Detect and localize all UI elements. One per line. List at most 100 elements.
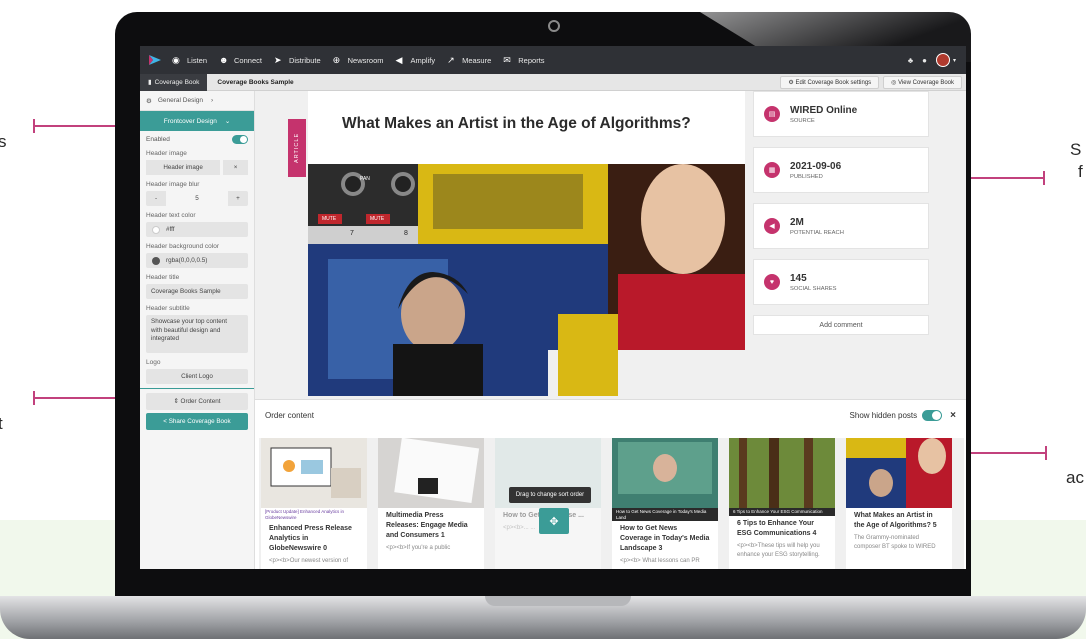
main-content: ARTICLE What Makes an Artist in the Age … [255,91,966,569]
bell-icon[interactable]: ♣ [908,56,913,65]
header-image-button[interactable]: Header image [146,160,221,175]
nav-label: Amplify [410,55,436,65]
book-icon: ▮ [148,79,152,86]
meta-published: ▦ 2021-09-06 PUBLISHED [753,147,929,193]
callout-left-bottom-text: t [0,414,3,433]
share-book-button[interactable]: < Share Coverage Book [146,413,248,430]
header-image-label: Header image [146,149,187,157]
blur-minus-button[interactable]: - [146,195,166,202]
megaphone-icon: ◀ [395,54,403,65]
title-input[interactable]: Coverage Books Sample [146,284,248,299]
meta-label: PUBLISHED [790,173,823,180]
subtitle-label: Header subtitle [146,304,190,312]
edit-settings-label: Edit Coverage Book settings [795,79,872,86]
tile-tag: How to Get News Coverage in Today's Medi… [612,508,718,521]
content-tiles: [Product Update] Enhanced Analytics in G… [259,438,964,569]
nav-listen[interactable]: ◉ Listen [172,54,208,65]
nav-newsroom[interactable]: ⊕ Newsroom [333,55,384,65]
calendar-icon: ▦ [764,162,780,178]
nav-measure[interactable]: ↗ Measure [447,55,492,65]
breadcrumb-root[interactable]: ▮ Coverage Book [140,73,208,91]
client-logo-button[interactable]: Client Logo [146,369,248,384]
nav-reports[interactable]: ✉ Reports [503,55,545,65]
article-card[interactable]: ARTICLE What Makes an Artist in the Age … [288,91,745,396]
meta-value: 2021-09-06 [790,160,842,172]
tile-thumbnail [729,438,835,508]
meta-reach: ◀ 2M POTENTIAL REACH [753,203,929,249]
meta-label: SOURCE [790,117,815,124]
drag-handle-icon[interactable]: ✥ [539,508,569,534]
meta-value: 2M [790,216,804,228]
nav-label: Reports [518,55,545,65]
show-hidden-toggle[interactable] [922,409,943,421]
meta-shares: ♥ 145 SOCIAL SHARES [753,259,929,305]
tile-title: How to Get News Coverage in Today's Medi… [620,525,710,552]
nav-label: Listen [187,55,208,65]
tile-thumbnail [261,438,367,508]
laptop-notch [485,596,631,606]
heart-icon: ♥ [764,274,780,290]
breadcrumb-root-label: Coverage Book [154,78,200,86]
view-book-button[interactable]: ◎ View Coverage Book [883,75,962,89]
content-tile[interactable]: 6 Tips to Enhance Your ESG Communication… [729,438,835,569]
blur-plus-button[interactable]: + [228,195,248,202]
gear-icon: ⚙ [146,97,152,105]
text-color-field[interactable]: #fff [146,222,248,237]
mixer-label: MUTE [322,216,337,222]
clear-image-button[interactable]: × [223,160,248,175]
content-tile[interactable]: [Product Update] Enhanced Analytics in G… [261,438,367,569]
question-icon[interactable]: ● [922,56,927,65]
nav-right: ♣ ● ▾ [899,53,956,67]
tile-title: Multimedia Press Releases: Engage Media … [386,512,468,539]
callout-right-top-text-2: f [1078,162,1083,181]
tile-thumbnail [846,438,952,508]
app-screen: ◉ Listen ☻ Connect ➤ Distribute ⊕ Newsroom ◀… [140,46,966,569]
frontcover-design-item[interactable]: Frontcover Design ⌄ [140,111,254,131]
chevron-down-icon[interactable]: ▾ [953,57,956,64]
mixer-label: 8 [404,230,408,237]
user-avatar[interactable] [935,53,950,67]
meta-label: POTENTIAL REACH [790,229,844,236]
nav-amplify[interactable]: ◀ Amplify [395,54,436,65]
binoculars-icon: ◉ [172,54,180,65]
nav-label: Connect [234,55,262,65]
app-logo-icon[interactable] [148,53,162,67]
content-tile[interactable]: How to Get News Coverage in Today's Medi… [612,438,718,569]
article-image: PAN MUTE MUTE 7 8 [308,164,745,396]
content-tile-dragging[interactable]: How to Get ... Release ... <p><b>... ... [495,438,601,569]
callout-right-top-text: S [1070,140,1082,159]
newspaper-icon: ▤ [764,106,780,122]
content-tile[interactable]: What Makes an Artist in the Age of Algor… [846,438,952,569]
tile-tag: [Product Update] Enhanced Analytics in G… [265,509,345,520]
content-tile[interactable]: Multimedia Press Releases: Engage Media … [378,438,484,569]
order-title: Order content [265,410,314,420]
general-design-item[interactable]: ⚙ General Design › [140,91,254,111]
tile-thumbnail [378,438,484,508]
breadcrumb-current: Coverage Books Sample [217,78,294,86]
text-color-label: Header text color [146,211,196,219]
mixer-label: 7 [350,230,354,237]
enabled-toggle[interactable] [232,134,248,144]
nav-distribute[interactable]: ➤ Distribute [273,54,321,65]
edit-settings-button[interactable]: ⚙ Edit Coverage Book settings [780,75,880,89]
order-header: Order content Show hidden posts × [255,400,966,430]
nav-connect[interactable]: ☻ Connect [219,55,262,65]
enabled-label: Enabled [146,135,170,143]
add-comment-button[interactable]: Add comment [753,315,929,335]
close-icon[interactable]: × [950,410,956,421]
tile-text: <p><b>These tips will help you enhance y… [737,542,820,558]
article-tag: ARTICLE [288,119,306,177]
tile-title: What Makes an Artist in the Age of Algor… [854,512,937,529]
tile-text: <p><b> What lessons can PR [620,558,700,564]
enabled-row: Enabled [140,131,254,147]
tile-thumbnail [612,438,718,508]
order-content-button[interactable]: ⇕ Order Content [146,393,248,410]
blur-value[interactable]: 5 [166,191,228,206]
tile-title: Enhanced Press Release Analytics in Glob… [269,525,352,552]
blur-label: Header image blur [146,180,200,188]
bg-color-field[interactable]: rgba(0,0,0,0.5) [146,253,248,268]
nav-label: Measure [462,55,492,65]
paper-plane-icon: ➤ [273,54,282,65]
subtitle-textarea[interactable]: Showcase your top content with beautiful… [146,315,248,353]
design-sidebar: ⚙ General Design › Frontcover Design ⌄ E… [140,91,255,569]
